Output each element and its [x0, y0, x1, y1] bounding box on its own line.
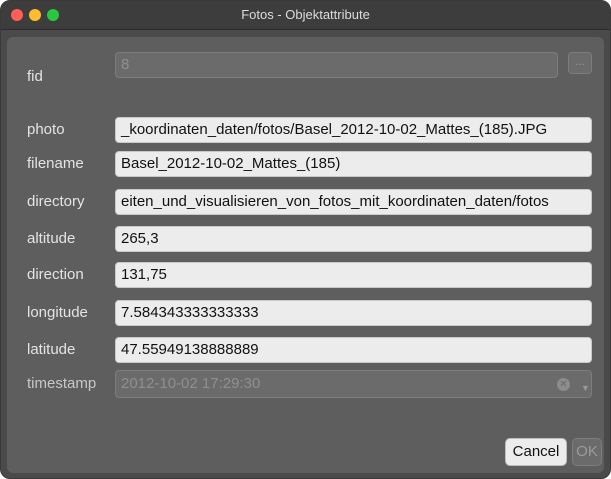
- altitude-field[interactable]: 265,3: [115, 226, 592, 252]
- directory-field[interactable]: eiten_und_visualisieren_von_fotos_mit_ko…: [115, 189, 592, 215]
- photo-field[interactable]: _koordinaten_daten/fotos/Basel_2012-10-0…: [115, 117, 592, 143]
- window-title: Fotos - Objektattribute: [241, 7, 370, 22]
- timestamp-value: 2012-10-02 17:29:30: [121, 375, 261, 392]
- longitude-field[interactable]: 7.584343333333333: [115, 300, 592, 326]
- direction-field[interactable]: 131,75: [115, 262, 592, 288]
- latitude-label: latitude: [27, 341, 76, 358]
- clear-icon: ✕: [557, 378, 570, 391]
- fid-field: 8: [115, 52, 558, 78]
- chevron-down-icon: ▼: [581, 383, 590, 393]
- cancel-button[interactable]: Cancel: [505, 438, 567, 466]
- timestamp-label: timestamp: [27, 375, 97, 392]
- altitude-label: altitude: [27, 230, 76, 247]
- fid-more-button: ...: [568, 52, 592, 74]
- ok-button: OK: [572, 438, 602, 466]
- filename-label: filename: [27, 155, 84, 172]
- title-bar: Fotos - Objektattribute: [1, 1, 610, 30]
- longitude-label: longitude: [27, 304, 88, 321]
- fid-label: fid: [27, 68, 43, 85]
- attribute-form: fid 8 ... photo _koordinaten_daten/fotos…: [7, 37, 604, 473]
- timestamp-field: 2012-10-02 17:29:30 ✕ ▼: [115, 370, 592, 398]
- direction-label: direction: [27, 266, 84, 283]
- filename-field[interactable]: Basel_2012-10-02_Mattes_(185): [115, 151, 592, 177]
- latitude-field[interactable]: 47.55949138888889: [115, 337, 592, 363]
- dialog-window: Fotos - Objektattribute fid 8 ... photo …: [0, 0, 611, 479]
- photo-label: photo: [27, 121, 65, 138]
- directory-label: directory: [27, 193, 85, 210]
